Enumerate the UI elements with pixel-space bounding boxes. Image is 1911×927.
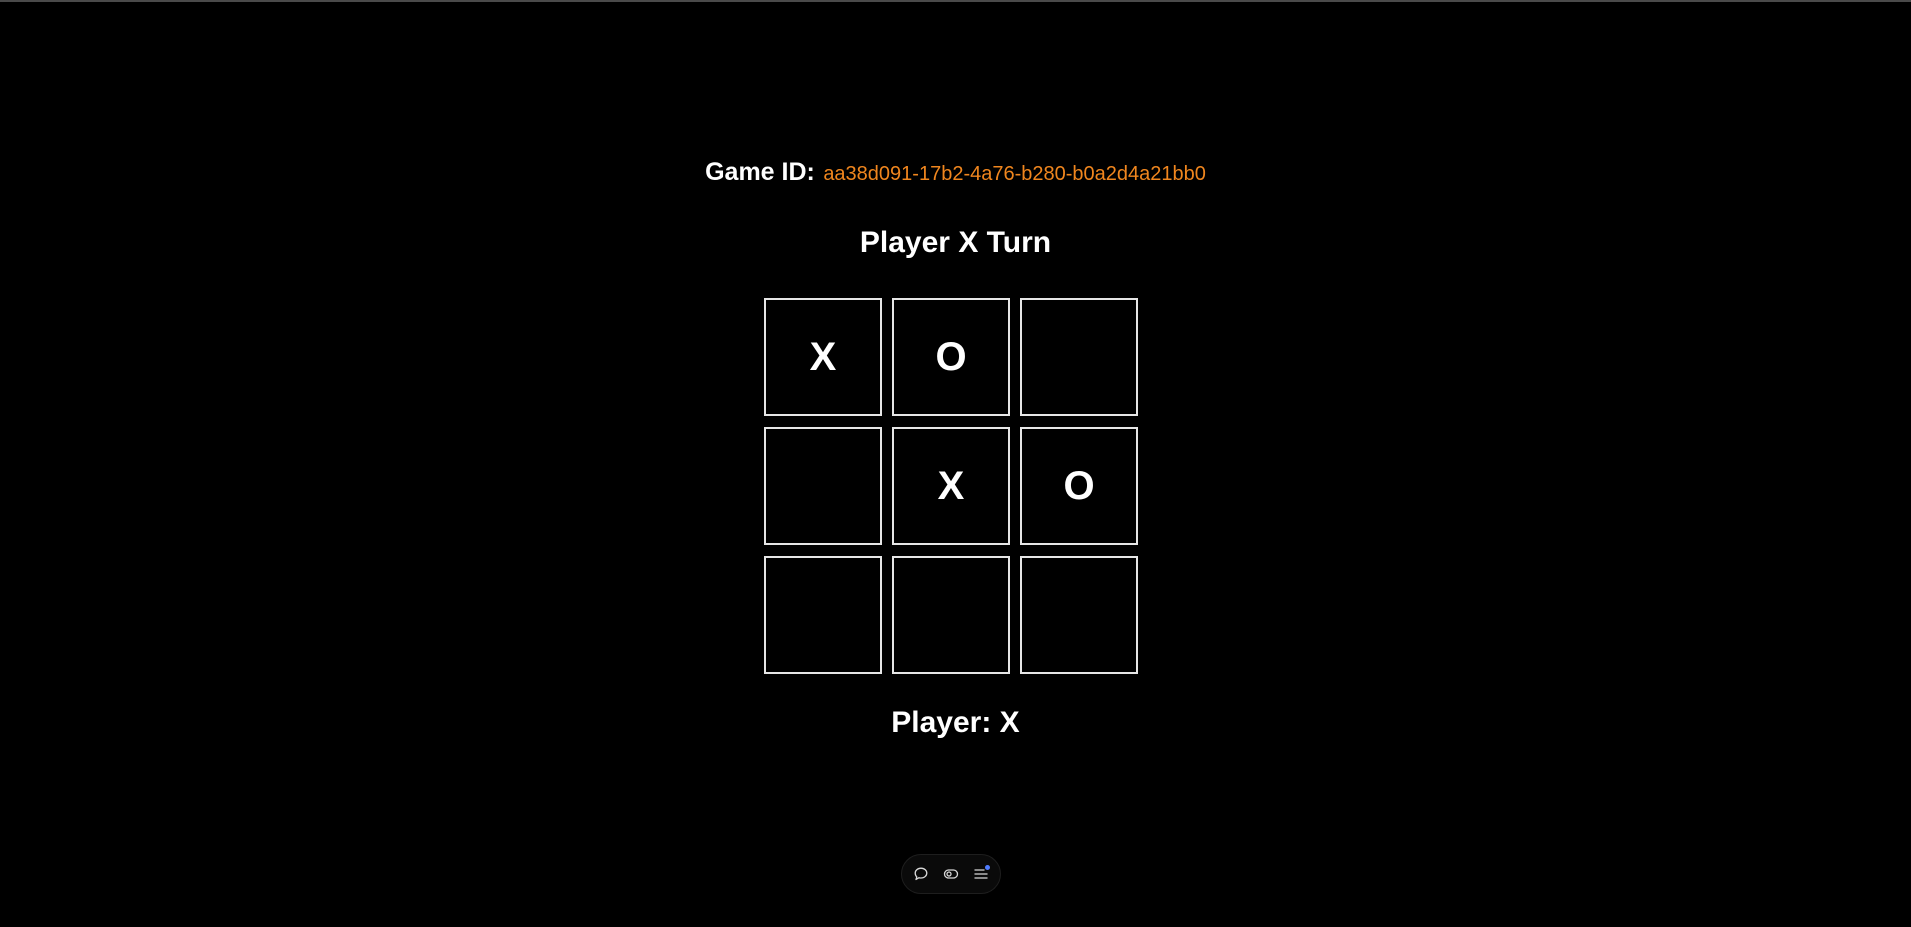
- chat-icon: [914, 867, 928, 881]
- game-page: Game ID: aa38d091-17b2-4a76-b280-b0a2d4a…: [0, 0, 1911, 927]
- board-cell-0[interactable]: X: [764, 298, 882, 416]
- game-id: Game ID: aa38d091-17b2-4a76-b280-b0a2d4a…: [0, 158, 1911, 187]
- board-cell-3[interactable]: [764, 427, 882, 545]
- board-cell-8[interactable]: [1020, 556, 1138, 674]
- dev-toolbar: [901, 854, 1001, 894]
- chat-button[interactable]: [911, 864, 931, 884]
- menu-button[interactable]: [971, 864, 991, 884]
- board-cell-7[interactable]: [892, 556, 1010, 674]
- toggle-icon: [943, 869, 959, 879]
- player-label: Player: X: [891, 706, 1020, 739]
- turn-indicator: Player X Turn: [859, 226, 1052, 259]
- board-cell-6[interactable]: [764, 556, 882, 674]
- board-cell-4[interactable]: X: [892, 427, 1010, 545]
- notification-dot: [985, 865, 990, 870]
- board-cell-1[interactable]: O: [892, 298, 1010, 416]
- toggle-button[interactable]: [941, 864, 961, 884]
- game-board: X O X O: [764, 298, 1138, 674]
- board-cell-5[interactable]: O: [1020, 427, 1138, 545]
- game-id-label: Game ID:: [705, 158, 815, 186]
- game-id-value: aa38d091-17b2-4a76-b280-b0a2d4a21bb0: [823, 163, 1206, 185]
- top-border: [0, 0, 1911, 2]
- board-cell-2[interactable]: [1020, 298, 1138, 416]
